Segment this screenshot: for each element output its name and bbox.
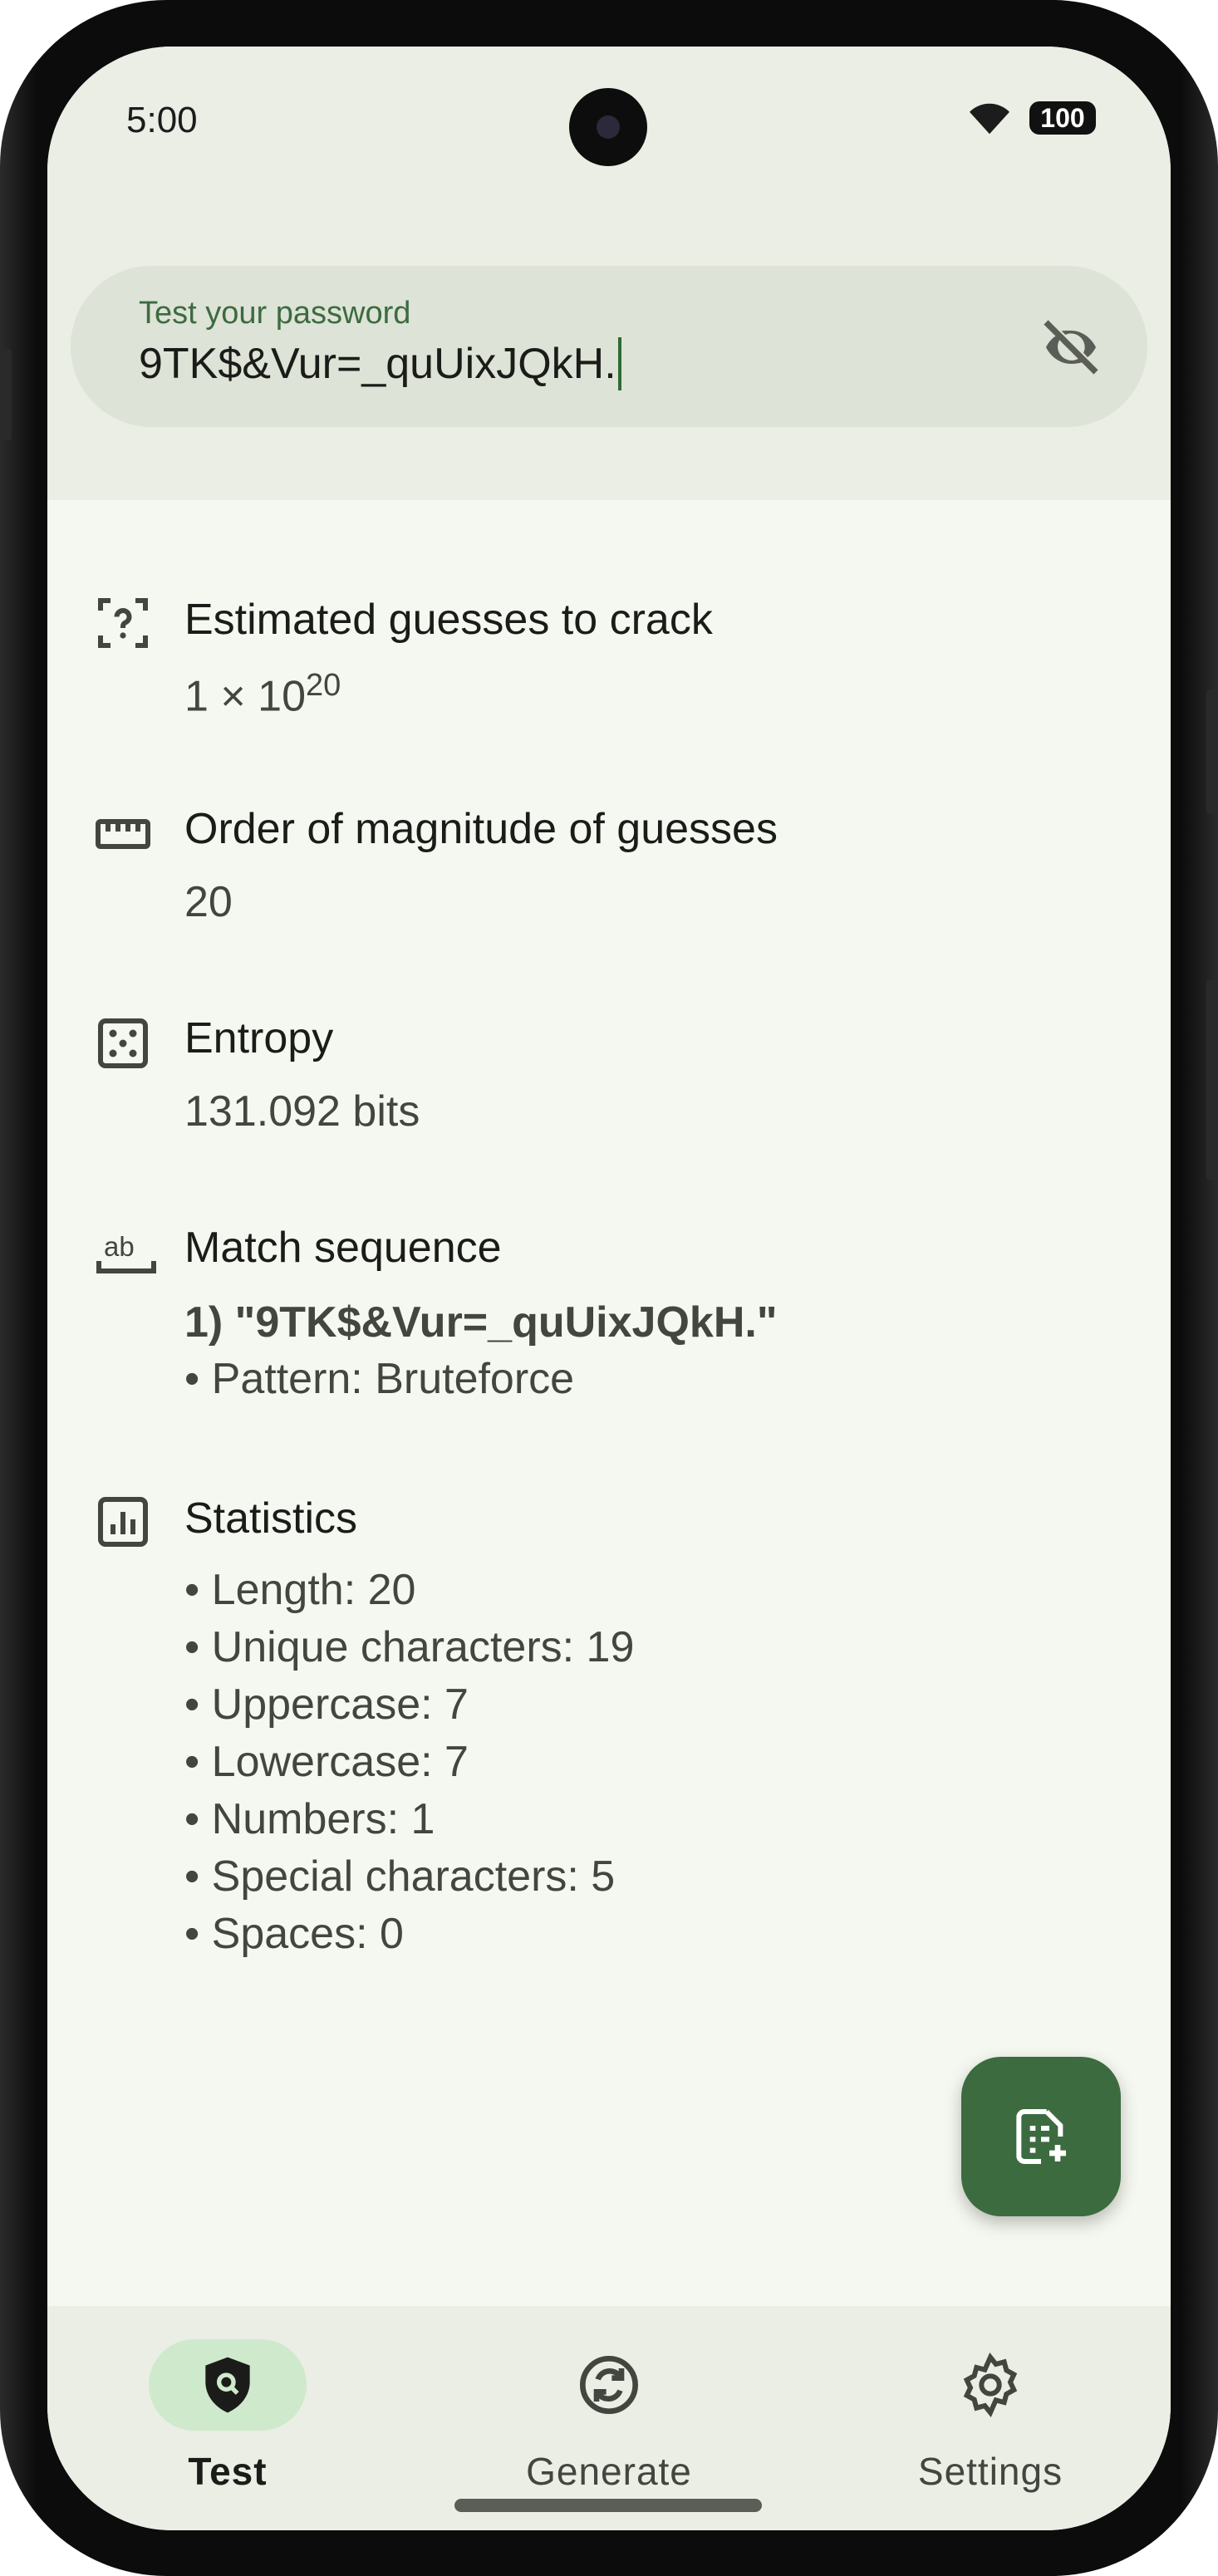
add-list-button[interactable] xyxy=(961,2057,1121,2216)
chart-box-icon xyxy=(98,1497,148,1547)
stat-item: • Special characters: 5 xyxy=(184,1852,616,1901)
volume-button xyxy=(1206,980,1218,1180)
nav-label-test: Test xyxy=(188,2450,268,2493)
stat-item: • Numbers: 1 xyxy=(184,1795,435,1843)
nav-item-test[interactable]: Test xyxy=(47,2306,408,2493)
password-text: 9TK$&Vur=_quUixJQkH. xyxy=(139,340,616,388)
entropy-value: 131.092 bits xyxy=(184,1087,420,1136)
guesses-exponent: 20 xyxy=(306,668,341,703)
stat-item: • Unique characters: 19 xyxy=(184,1623,635,1671)
stat-item: • Length: 20 xyxy=(184,1566,416,1614)
power-button xyxy=(1206,689,1218,814)
bottom-navigation: Test Generate Settings xyxy=(47,2306,1171,2530)
wifi-icon xyxy=(970,103,1009,135)
svg-text:ab: ab xyxy=(104,1231,135,1262)
stat-item: • Uppercase: 7 xyxy=(184,1681,469,1729)
password-input[interactable]: 9TK$&Vur=_quUixJQkH. xyxy=(139,337,621,390)
help-box-dashed-icon xyxy=(98,598,148,648)
match-item: 1) "9TK$&Vur=_quUixJQkH." xyxy=(184,1298,778,1347)
nav-item-settings[interactable]: Settings xyxy=(810,2306,1171,2493)
ruler-icon xyxy=(96,819,150,849)
guesses-value: 1 × 1020 xyxy=(184,668,341,721)
text-ab-icon: ab xyxy=(96,1231,156,1273)
home-indicator[interactable] xyxy=(454,2499,762,2512)
entropy-title: Entropy xyxy=(184,1014,334,1062)
status-icons: 100 xyxy=(965,98,1096,138)
add-list-icon xyxy=(1016,2109,1066,2164)
refresh-circle-icon xyxy=(580,2356,638,2414)
magnitude-value: 20 xyxy=(184,878,233,926)
statistics-title: Statistics xyxy=(184,1494,358,1543)
status-time: 5:00 xyxy=(126,100,198,140)
match-title: Match sequence xyxy=(184,1224,502,1272)
gear-icon xyxy=(963,2352,1018,2418)
shield-search-icon xyxy=(205,2357,250,2413)
statistics-list: • Length: 20 • Unique characters: 19 • U… xyxy=(184,1562,634,1963)
nav-label-generate: Generate xyxy=(526,2450,692,2493)
phone-frame: 5:00 100 Test your password 9TK$&Vur=_qu… xyxy=(0,0,1218,2576)
stat-item: • Spaces: 0 xyxy=(184,1910,404,1958)
front-camera xyxy=(569,88,647,166)
nav-label-settings: Settings xyxy=(917,2450,1063,2493)
match-pattern: • Pattern: Bruteforce xyxy=(184,1355,575,1403)
nav-item-generate[interactable]: Generate xyxy=(429,2306,789,2493)
dice-icon xyxy=(98,1018,148,1068)
magnitude-title: Order of magnitude of guesses xyxy=(184,805,778,853)
stat-item: • Lowercase: 7 xyxy=(184,1738,469,1786)
password-field-label: Test your password xyxy=(139,296,411,331)
eye-off-icon[interactable] xyxy=(1038,314,1104,380)
battery-icon: 100 xyxy=(1029,101,1096,135)
text-caret xyxy=(617,337,621,390)
app-screen: 5:00 100 Test your password 9TK$&Vur=_qu… xyxy=(47,47,1171,2530)
guesses-base: 1 × 10 xyxy=(184,672,307,721)
guesses-title: Estimated guesses to crack xyxy=(184,596,713,644)
side-button xyxy=(0,349,12,440)
